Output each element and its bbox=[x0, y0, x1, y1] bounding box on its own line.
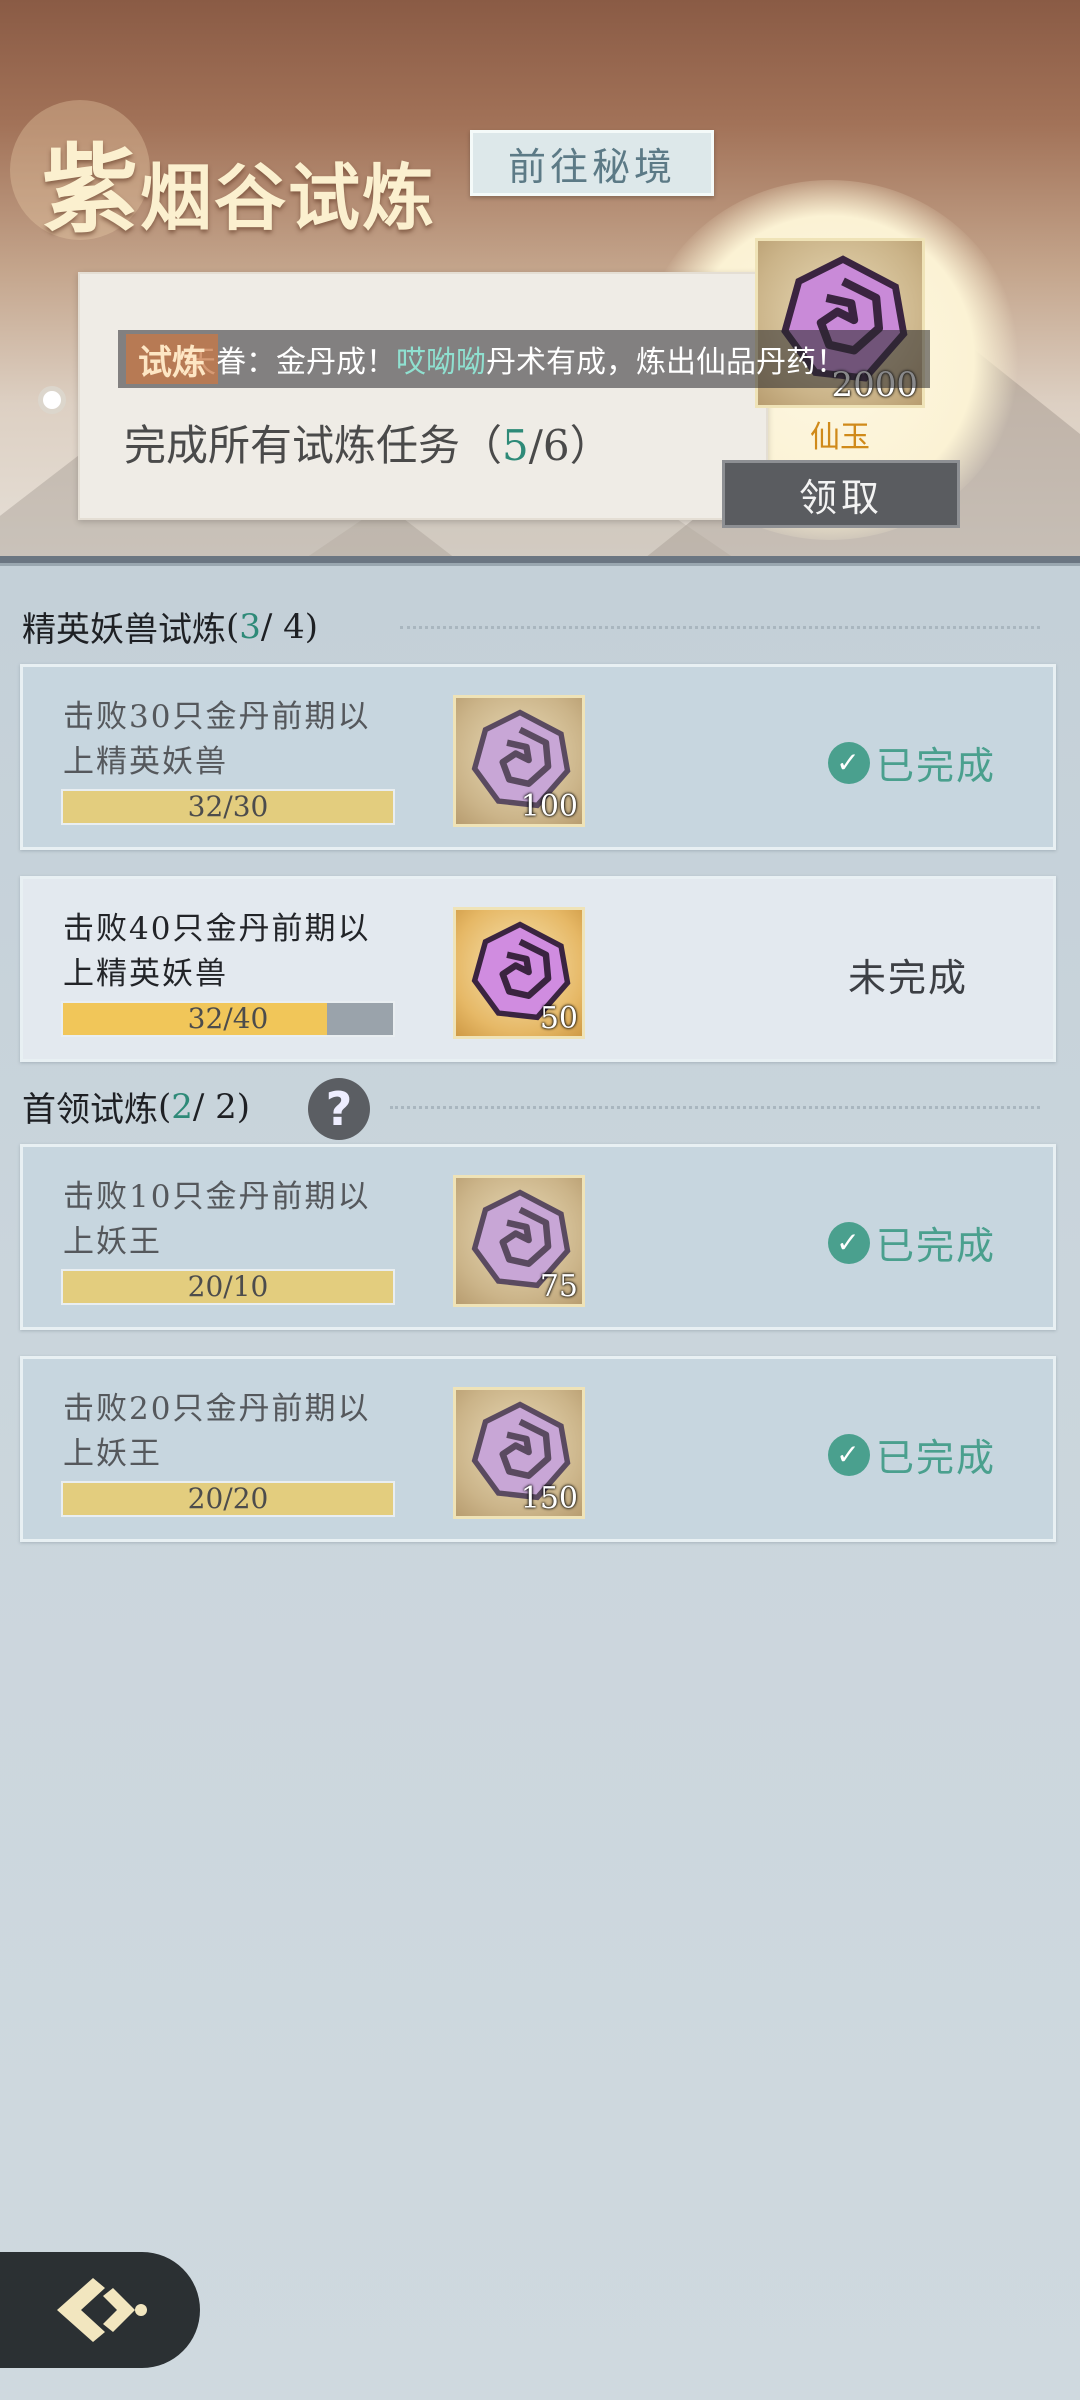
task-description: 击败20只金丹前期以上妖王 bbox=[63, 1391, 371, 1472]
back-button[interactable] bbox=[0, 2252, 200, 2368]
reward-item[interactable]: 50 bbox=[453, 907, 585, 1039]
player-name: 哎呦呦 bbox=[396, 345, 486, 380]
task-description: 击败10只金丹前期以上妖王 bbox=[63, 1179, 371, 1260]
section-title-elite: 精英妖兽试炼 (3 / 4) bbox=[22, 606, 319, 651]
check-icon: ✓ bbox=[828, 741, 870, 784]
page-title: 紫烟谷试炼 bbox=[42, 133, 437, 246]
scroll-knob bbox=[38, 386, 66, 414]
reward-quantity: 150 bbox=[520, 1481, 578, 1516]
section-title-boss: 首领试炼 (2 / 2) bbox=[22, 1086, 251, 1131]
progress-text: 32/40 bbox=[187, 1002, 269, 1035]
goto-realm-button[interactable]: 前往秘境 bbox=[470, 130, 714, 196]
question-icon[interactable]: ? bbox=[308, 1078, 370, 1140]
task-description: 击败40只金丹前期以上精英妖兽 bbox=[63, 911, 371, 992]
task-card: 击败10只金丹前期以上妖王 20/10 75 ✓ 已完成 bbox=[20, 1144, 1056, 1330]
reward-item[interactable]: 150 bbox=[453, 1387, 585, 1519]
task-card: 击败40只金丹前期以上精英妖兽 32/40 50 未完成 bbox=[20, 876, 1056, 1062]
progress-bar: 20/10 bbox=[61, 1269, 395, 1305]
reward-label: 仙玉 bbox=[810, 420, 870, 455]
task-card: 击败30只金丹前期以上精英妖兽 32/30 100 ✓ 已完成 bbox=[20, 664, 1056, 850]
reward-item[interactable]: 100 bbox=[453, 695, 585, 827]
progress-text: 20/20 bbox=[187, 1482, 269, 1515]
status-completed: ✓ 已完成 bbox=[828, 735, 996, 790]
section-divider bbox=[390, 1106, 1040, 1109]
progress-text: 32/30 bbox=[187, 790, 269, 823]
status-completed: ✓ 已完成 bbox=[828, 1215, 996, 1270]
progress-bar: 32/30 bbox=[61, 789, 395, 825]
progress-text: 20/10 bbox=[187, 1270, 269, 1303]
back-arrow-icon bbox=[57, 2278, 147, 2342]
overall-task-text: 完成所有试炼任务（5/6） bbox=[124, 421, 612, 470]
reward-item[interactable]: 75 bbox=[453, 1175, 585, 1307]
header-divider bbox=[0, 556, 1080, 566]
task-card: 击败20只金丹前期以上妖王 20/20 150 ✓ 已完成 bbox=[20, 1356, 1056, 1542]
ticker-badge: 试炼 bbox=[126, 334, 218, 384]
claim-button[interactable]: 领取 bbox=[722, 460, 960, 528]
status-incomplete: 未完成 bbox=[848, 956, 969, 1000]
reward-quantity: 100 bbox=[520, 789, 578, 824]
reward-quantity: 75 bbox=[539, 1269, 578, 1304]
section-divider bbox=[400, 626, 1040, 629]
check-icon: ✓ bbox=[828, 1221, 870, 1264]
task-description: 击败30只金丹前期以上精英妖兽 bbox=[63, 699, 371, 780]
broadcast-ticker: 天眷：金丹成！ 哎呦呦 丹术有成，炼出仙品丹药！ bbox=[118, 330, 930, 388]
check-icon: ✓ bbox=[828, 1433, 870, 1476]
overall-task-scroll bbox=[78, 272, 768, 520]
status-completed: ✓ 已完成 bbox=[828, 1427, 996, 1482]
progress-bar: 20/20 bbox=[61, 1481, 395, 1517]
progress-bar: 32/40 bbox=[61, 1001, 395, 1037]
reward-quantity: 50 bbox=[539, 1001, 578, 1036]
